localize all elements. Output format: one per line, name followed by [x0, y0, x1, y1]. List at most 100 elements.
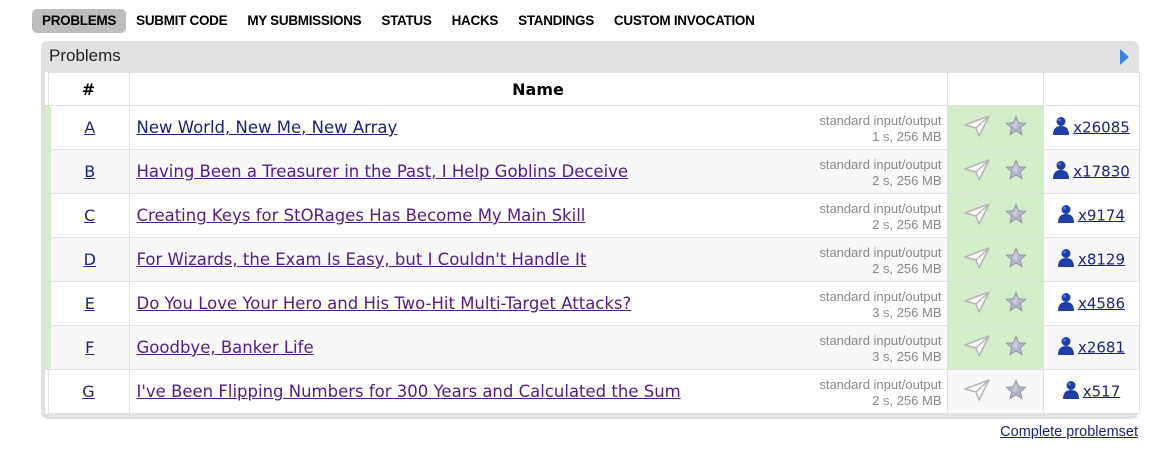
solved-count-cell: x9174 [1042, 193, 1140, 238]
table-row: G I've Been Flipping Numbers for 300 Year… [47, 369, 1140, 414]
solved-count-cell: x26085 [1042, 105, 1140, 150]
problem-index-link[interactable]: C [84, 206, 95, 225]
top-menu: PROBLEMS SUBMIT CODE MY SUBMISSIONS STATUS H… [32, 9, 765, 33]
problem-index-link[interactable]: G [82, 382, 94, 401]
header-index: # [47, 72, 130, 106]
problem-index-cell: D [45, 237, 130, 282]
menu-item-custom-invocation[interactable]: CUSTOM INVOCATION [604, 9, 765, 33]
problem-name-cell: Do You Love Your Hero and His Two-Hit Mu… [128, 281, 948, 326]
io-type: standard input/output [819, 245, 942, 260]
star-icon[interactable] [1005, 115, 1027, 140]
menu-item-hacks[interactable]: HACKS [442, 9, 509, 33]
user-icon [1052, 116, 1070, 140]
problem-index-link[interactable]: F [85, 338, 94, 357]
star-icon[interactable] [1005, 291, 1027, 316]
star-icon[interactable] [1005, 335, 1027, 360]
io-type: standard input/output [819, 289, 942, 304]
io-type: standard input/output [819, 377, 942, 392]
actions-cell [946, 105, 1044, 150]
complete-problemset-link[interactable]: Complete problemset [1000, 424, 1138, 440]
problem-name-link[interactable]: I've Been Flipping Numbers for 300 Years… [137, 382, 681, 401]
paper-plane-icon[interactable] [963, 158, 991, 186]
paper-plane-icon[interactable] [963, 246, 991, 274]
solved-count-link[interactable]: x8129 [1078, 250, 1125, 268]
time-memory-limits: 2 s, 256 MB [872, 173, 942, 188]
menu-item-problems[interactable]: PROBLEMS [32, 9, 127, 33]
paper-plane-icon[interactable] [963, 290, 991, 318]
problem-name-link[interactable]: For Wizards, the Exam Is Easy, but I Cou… [137, 250, 587, 269]
problem-index-link[interactable]: A [84, 118, 95, 137]
solved-count-cell: x4586 [1042, 281, 1140, 326]
solved-count-cell: x17830 [1042, 149, 1140, 194]
solved-count-link[interactable]: x9174 [1078, 206, 1125, 224]
table-row: E Do You Love Your Hero and His Two-Hit M… [45, 281, 1140, 326]
paper-plane-icon[interactable] [963, 378, 991, 406]
problem-limits: standard input/output 2 s, 256 MB [819, 245, 941, 277]
paper-plane-icon[interactable] [963, 114, 991, 142]
menu-item-submit-code[interactable]: SUBMIT CODE [126, 9, 237, 33]
problem-name-link[interactable]: New World, New Me, New Array [137, 118, 398, 137]
problem-name-link[interactable]: Do You Love Your Hero and His Two-Hit Mu… [137, 294, 632, 313]
problem-limits: standard input/output 2 s, 256 MB [819, 201, 941, 233]
problem-limits: standard input/output 3 s, 256 MB [819, 289, 941, 321]
actions-cell [946, 193, 1044, 238]
problem-name-cell: I've Been Flipping Numbers for 300 Years… [128, 369, 948, 414]
solved-count-link[interactable]: x2681 [1078, 338, 1125, 356]
star-icon[interactable] [1005, 159, 1027, 184]
problem-name-cell: Having Been a Treasurer in the Past, I H… [128, 149, 948, 194]
arrow-right-icon[interactable] [1120, 49, 1129, 65]
problem-name-cell: Goodbye, Banker Life standard input/outpu… [128, 325, 948, 370]
problem-index-cell: B [45, 149, 130, 194]
problem-index-cell: E [45, 281, 130, 326]
paper-plane-icon[interactable] [963, 334, 991, 362]
solved-count-link[interactable]: x4586 [1078, 294, 1125, 312]
problem-index-cell: A [45, 105, 130, 150]
problem-name-cell: For Wizards, the Exam Is Easy, but I Cou… [128, 237, 948, 282]
problem-name-link[interactable]: Having Been a Treasurer in the Past, I H… [137, 162, 629, 181]
time-memory-limits: 2 s, 256 MB [872, 261, 942, 276]
io-type: standard input/output [819, 201, 942, 216]
solved-count-cell: x2681 [1042, 325, 1140, 370]
time-memory-limits: 1 s, 256 MB [872, 129, 942, 144]
actions-cell [946, 369, 1044, 414]
header-name: Name [128, 72, 948, 106]
io-type: standard input/output [819, 157, 942, 172]
header-actions [946, 72, 1044, 106]
problem-index-cell: G [47, 369, 130, 414]
star-icon[interactable] [1005, 379, 1027, 404]
problem-index-cell: C [45, 193, 130, 238]
user-icon [1057, 248, 1075, 272]
table-row: F Goodbye, Banker Life standard input/outp… [45, 325, 1140, 370]
solved-count-link[interactable]: x26085 [1073, 118, 1130, 136]
user-icon [1057, 292, 1075, 316]
actions-cell [946, 237, 1044, 282]
menu-item-my-submissions[interactable]: MY SUBMISSIONS [237, 9, 371, 33]
table-row: D For Wizards, the Exam Is Easy, but I Co… [45, 237, 1140, 282]
problem-limits: standard input/output 2 s, 256 MB [819, 157, 941, 189]
table-row: B Having Been a Treasurer in the Past, I … [45, 149, 1140, 194]
star-icon[interactable] [1005, 203, 1027, 228]
problems-table: # Name A New World, New Me, New Array stan… [45, 72, 1140, 414]
solved-count-link[interactable]: x17830 [1073, 162, 1130, 180]
problem-limits: standard input/output 3 s, 256 MB [819, 333, 941, 365]
star-icon[interactable] [1005, 247, 1027, 272]
menu-item-standings[interactable]: STANDINGS [508, 9, 604, 33]
user-icon [1057, 204, 1075, 228]
problem-name-link[interactable]: Goodbye, Banker Life [137, 338, 314, 357]
time-memory-limits: 2 s, 256 MB [872, 217, 942, 232]
problem-name-link[interactable]: Creating Keys for StORages Has Become My… [137, 206, 586, 225]
paper-plane-icon[interactable] [963, 202, 991, 230]
actions-cell [946, 325, 1044, 370]
user-icon [1062, 380, 1080, 404]
time-memory-limits: 3 s, 256 MB [872, 349, 942, 364]
time-memory-limits: 3 s, 256 MB [872, 305, 942, 320]
problem-index-link[interactable]: E [85, 294, 95, 313]
table-row: C Creating Keys for StORages Has Become M… [45, 193, 1140, 238]
problem-index-cell: F [45, 325, 130, 370]
problem-name-cell: Creating Keys for StORages Has Become My… [128, 193, 948, 238]
problem-index-link[interactable]: B [84, 162, 95, 181]
solved-count-link[interactable]: x517 [1083, 382, 1121, 400]
problem-index-link[interactable]: D [84, 250, 96, 269]
time-memory-limits: 2 s, 256 MB [872, 393, 942, 408]
menu-item-status[interactable]: STATUS [371, 9, 441, 33]
